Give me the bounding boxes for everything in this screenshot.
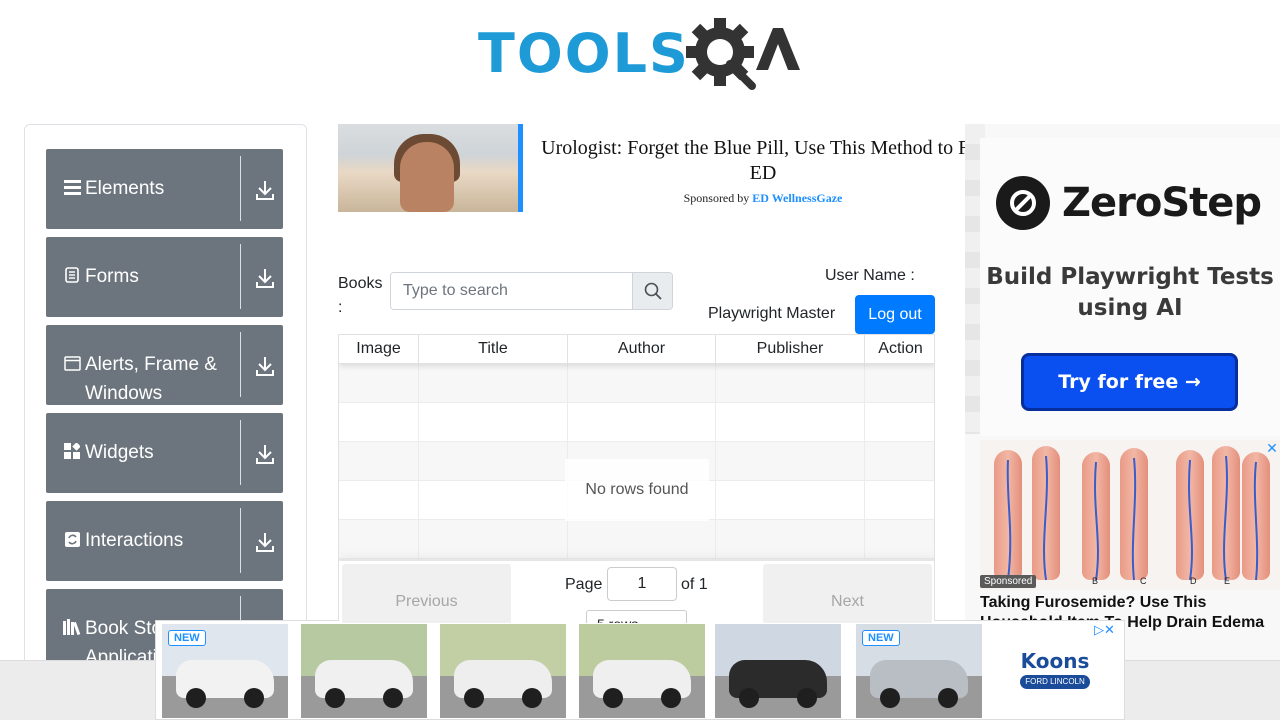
search-button[interactable] <box>632 273 672 309</box>
divider <box>240 332 241 397</box>
page-number-input[interactable]: 1 <box>607 567 677 601</box>
sidebar-group-forms[interactable]: Forms <box>46 237 283 317</box>
column-divider <box>715 364 716 589</box>
sidebar-group-alerts[interactable]: Alerts, Frame & Windows <box>46 325 283 405</box>
zerostep-headline: Build Playwright Tests using AI <box>986 264 1274 321</box>
toolsqa-logo[interactable]: TOOLS <box>478 16 800 90</box>
download-icon[interactable] <box>255 355 275 377</box>
table-header: Image Title Author Publisher Action <box>339 335 934 364</box>
sidebar-group-widgets[interactable]: Widgets <box>46 413 283 493</box>
leg-label: C <box>1140 576 1147 586</box>
search-box <box>390 272 673 310</box>
table-row <box>339 520 934 559</box>
car-image[interactable]: NEW <box>162 624 288 718</box>
logout-button[interactable]: Log out <box>855 295 935 334</box>
download-icon[interactable] <box>255 531 275 553</box>
divider <box>240 156 241 221</box>
zerostep-brand: ZeroStep <box>1062 180 1262 226</box>
leg-label: B <box>1092 576 1099 586</box>
leg-label: E <box>1224 576 1231 586</box>
sponsor-link[interactable]: ED WellnessGaze <box>752 191 842 205</box>
books-label: Books : <box>338 275 383 316</box>
dealer-sub: FORD LINCOLN <box>1020 675 1090 689</box>
zerostep-ad[interactable]: ZeroStep Build Playwright Tests using AI… <box>980 138 1280 436</box>
column-header-action[interactable]: Action <box>865 335 934 364</box>
medical-ad-image[interactable]: B C D E <box>980 440 1280 590</box>
column-header-title[interactable]: Title <box>419 335 568 364</box>
column-header-author[interactable]: Author <box>568 335 716 364</box>
sponsored-prefix: Sponsored by <box>683 191 750 205</box>
dealer-name: Koons <box>1020 649 1090 673</box>
new-badge: NEW <box>168 630 206 646</box>
car-image[interactable] <box>715 624 841 718</box>
download-icon[interactable] <box>255 179 275 201</box>
window-icon <box>63 354 81 372</box>
pagination: Previous Page 1 of 1 5 rows Next <box>339 559 934 623</box>
column-divider <box>864 364 865 589</box>
divider <box>240 420 241 485</box>
menu-icon <box>63 178 81 196</box>
leg-label: D <box>1190 576 1197 586</box>
download-icon[interactable] <box>255 267 275 289</box>
next-button[interactable]: Next <box>763 564 932 623</box>
sidebar: Elements Forms Alerts, Frame & Windows W… <box>24 124 307 684</box>
gear-qa-icon <box>686 18 800 90</box>
previous-button[interactable]: Previous <box>342 564 511 623</box>
sidebar-group-label: Alerts, Frame & Windows <box>85 354 217 404</box>
rows-per-page-select[interactable]: 5 rows <box>586 610 687 623</box>
download-icon[interactable] <box>255 443 275 465</box>
search-icon <box>644 282 662 300</box>
user-name-label: User Name : <box>825 267 915 284</box>
sidebar-group-label: Interactions <box>85 530 184 551</box>
divider <box>240 244 241 309</box>
car-image[interactable] <box>440 624 566 718</box>
adchoices-icon[interactable]: ▷✕ <box>1094 622 1115 638</box>
form-icon <box>63 266 81 284</box>
ad-accent-bar <box>518 124 523 212</box>
sidebar-group-elements[interactable]: Elements <box>46 149 283 229</box>
page-total: of 1 <box>681 576 708 593</box>
ad-image <box>338 124 518 212</box>
books-table: Image Title Author Publisher Action No r… <box>338 334 935 624</box>
sponsored-tag: Sponsored <box>980 575 1037 588</box>
sidebar-group-label: Forms <box>85 266 139 287</box>
empty-state: No rows found <box>565 459 709 521</box>
ad-sponsor-line: Sponsored by ED WellnessGaze <box>528 191 978 206</box>
sidebar-group-label: Widgets <box>85 442 154 463</box>
car-image[interactable] <box>579 624 705 718</box>
close-icon[interactable]: ✕ <box>1264 440 1280 456</box>
car-image[interactable] <box>301 624 427 718</box>
interactions-icon <box>63 530 81 548</box>
vein-lines <box>1006 455 1259 581</box>
ad-title[interactable]: Urologist: Forget the Blue Pill, Use Thi… <box>528 136 978 186</box>
table-row <box>339 403 934 442</box>
search-input[interactable] <box>391 273 633 309</box>
sponsored-ad-banner[interactable]: Urologist: Forget the Blue Pill, Use Thi… <box>338 124 978 214</box>
widgets-icon <box>63 442 81 460</box>
books-icon <box>63 618 81 636</box>
user-name-value: Playwright Master <box>708 305 836 322</box>
try-free-button[interactable]: Try for free → <box>1021 353 1238 411</box>
sidebar-group-interactions[interactable]: Interactions <box>46 501 283 581</box>
column-header-image[interactable]: Image <box>339 335 419 364</box>
logo-text: TOOLS <box>478 22 690 85</box>
zerostep-logo-icon <box>996 176 1050 230</box>
column-divider <box>418 364 419 589</box>
column-header-publisher[interactable]: Publisher <box>716 335 865 364</box>
page-label: Page <box>565 576 603 593</box>
new-badge: NEW <box>862 630 900 646</box>
car-image[interactable]: NEW <box>856 624 982 718</box>
table-row <box>339 364 934 403</box>
sidebar-group-label: Elements <box>85 178 165 199</box>
divider <box>240 508 241 573</box>
car-ad-banner[interactable]: NEW NEW <box>155 620 1125 720</box>
